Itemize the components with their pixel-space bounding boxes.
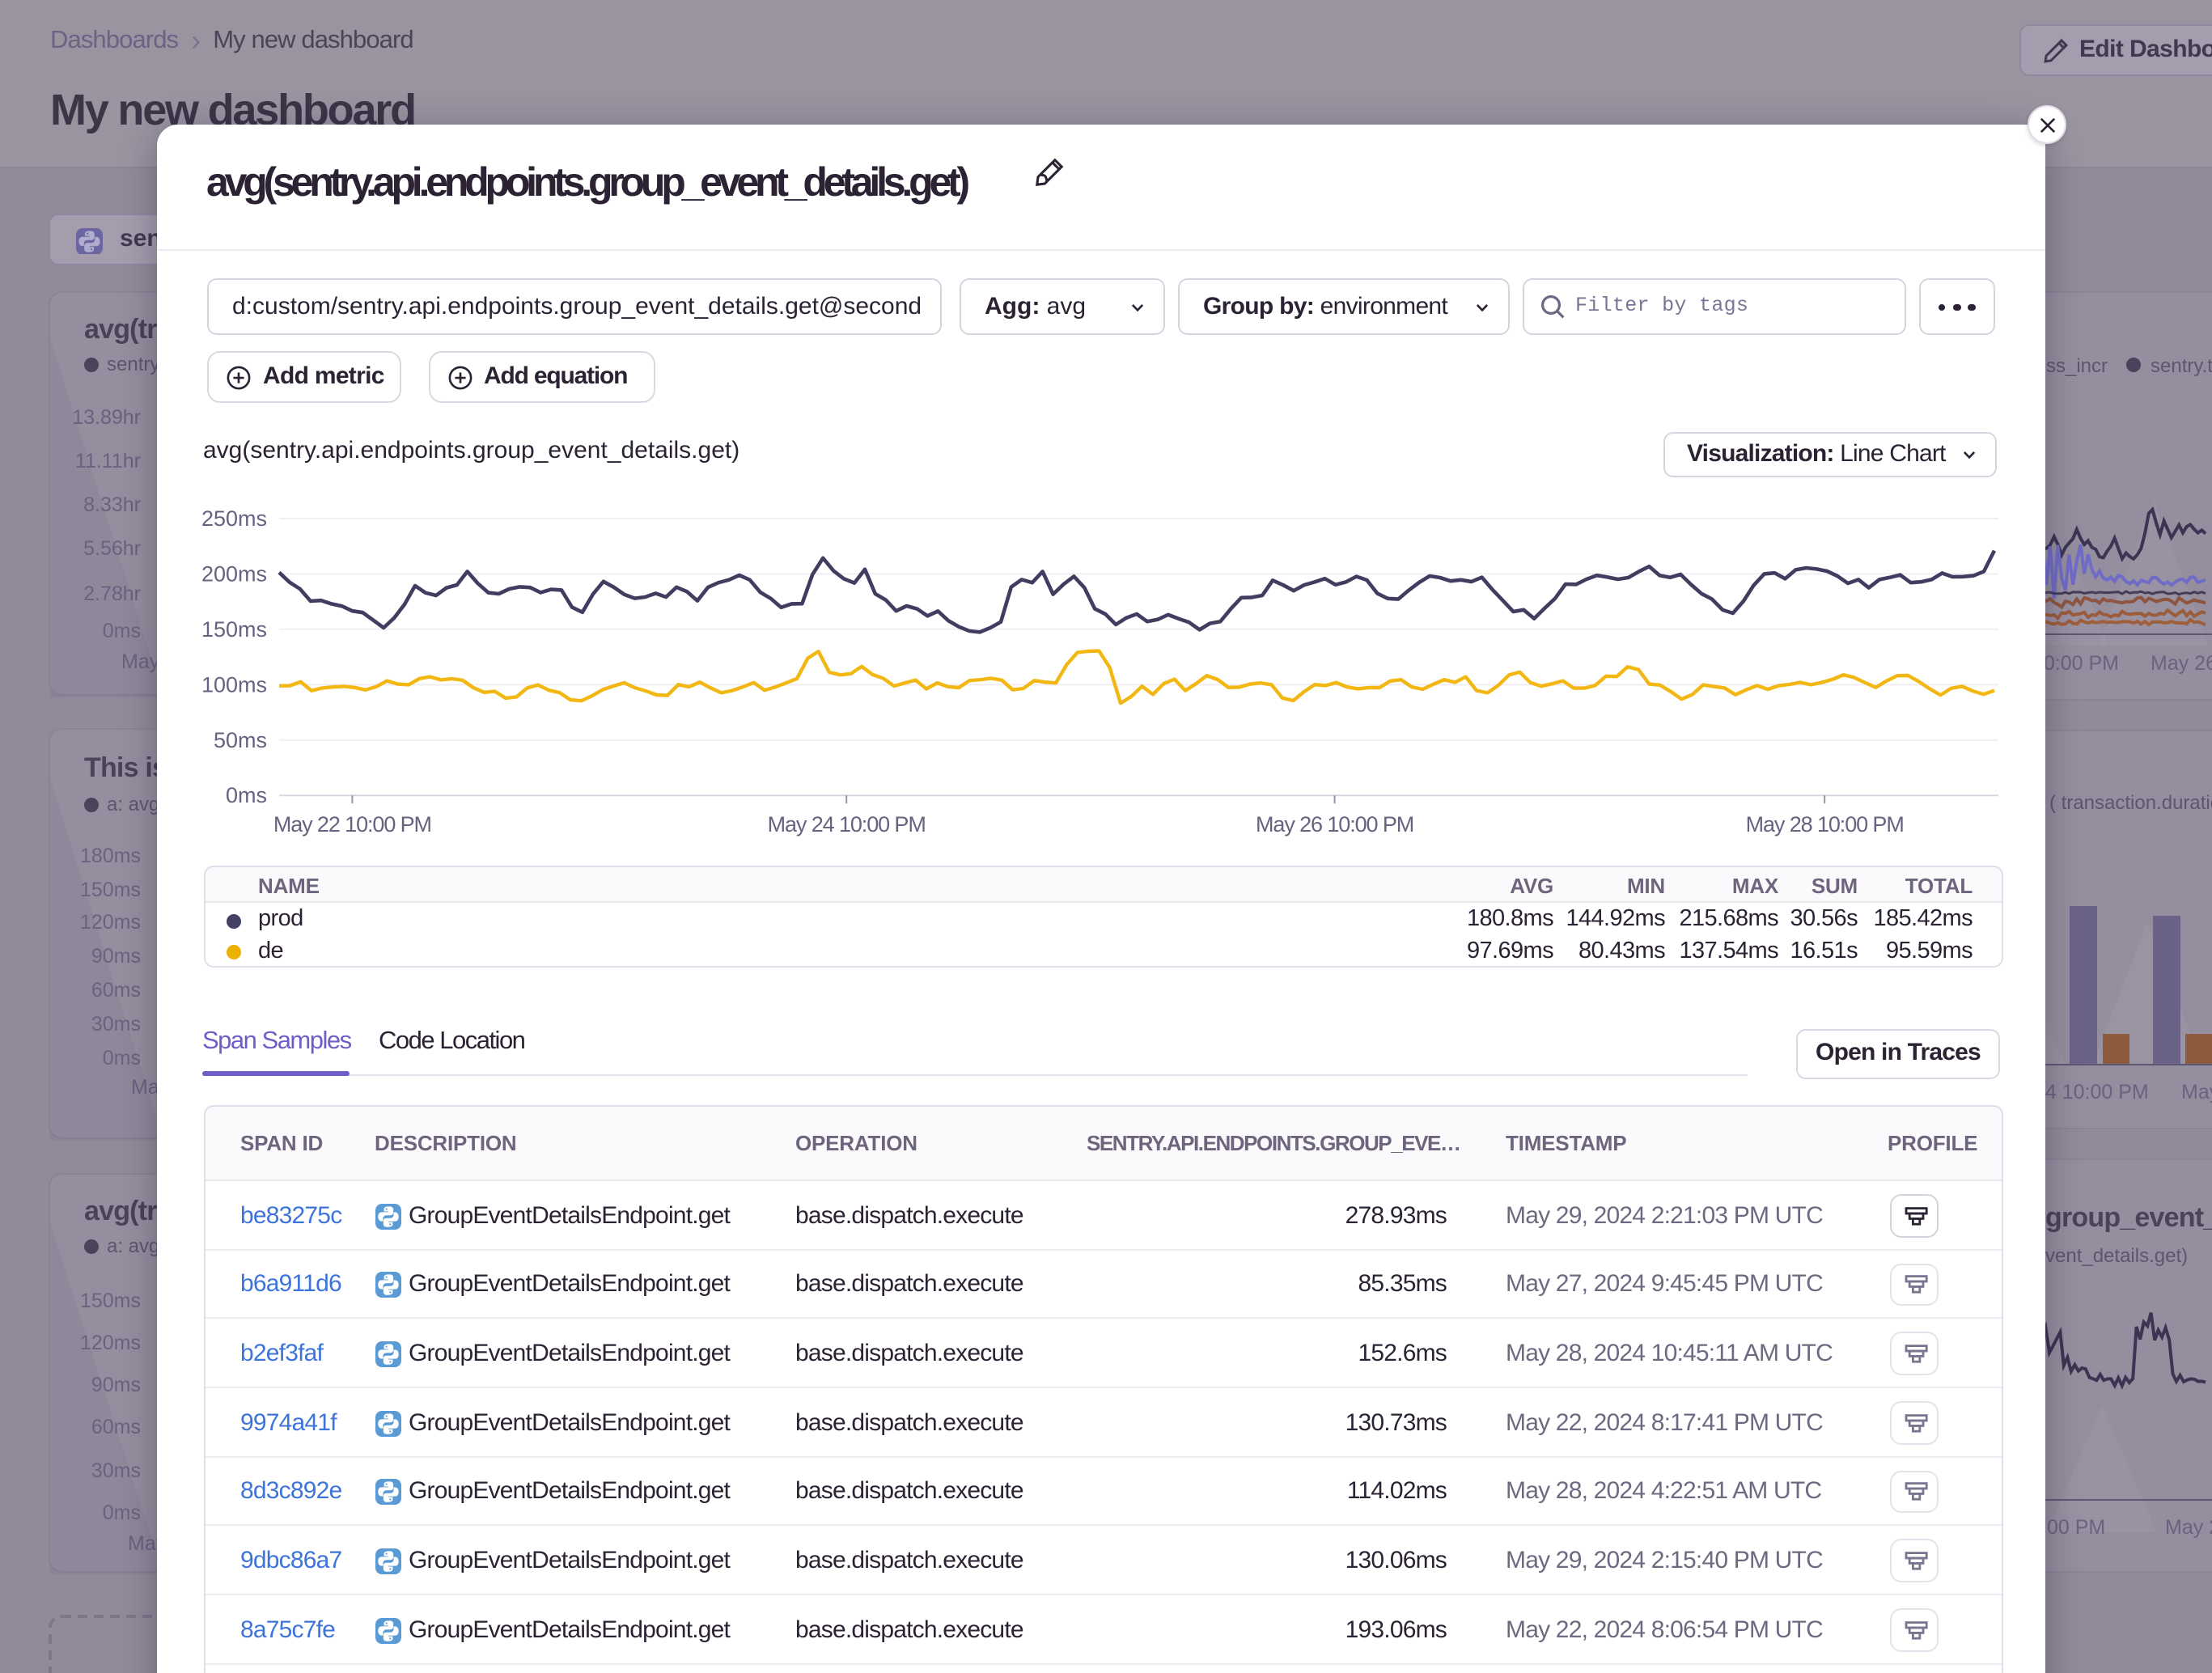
svg-text:50ms: 50ms <box>213 728 266 752</box>
svg-text:0ms: 0ms <box>225 783 266 807</box>
svg-text:250ms: 250ms <box>201 506 266 531</box>
svg-text:150ms: 150ms <box>201 617 266 642</box>
svg-text:100ms: 100ms <box>201 672 266 697</box>
svg-text:May 28 10:00 PM: May 28 10:00 PM <box>1745 812 1903 836</box>
svg-text:May 22 10:00 PM: May 22 10:00 PM <box>273 812 430 836</box>
svg-text:May 26 10:00 PM: May 26 10:00 PM <box>1255 812 1413 836</box>
svg-text:May 24 10:00 PM: May 24 10:00 PM <box>767 812 925 836</box>
svg-text:200ms: 200ms <box>201 561 266 586</box>
